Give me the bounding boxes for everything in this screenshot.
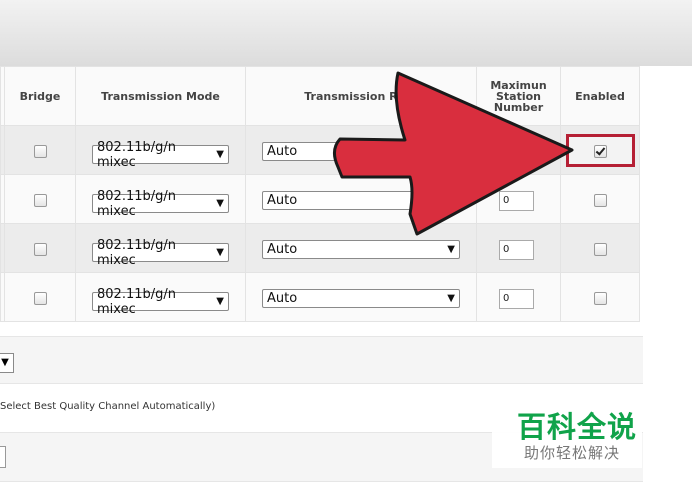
transmission-rate-select[interactable]: Auto ▼ [262, 190, 460, 210]
header-max-station-line: Maximun [490, 78, 547, 92]
transmission-mode-select[interactable]: 802.11b/g/n mixec ▼ [92, 140, 229, 170]
mode-cell: 802.11b/g/n mixec ▼ [75, 125, 246, 175]
max-station-input[interactable]: 0 [499, 190, 534, 211]
watermark: 百科全说 助你轻松解决 [492, 386, 642, 468]
mode-cell: 802.11b/g/n mixec ▼ [75, 272, 246, 322]
transmission-rate-value: Auto [267, 143, 298, 159]
enabled-checkbox[interactable] [593, 242, 607, 256]
header-enabled: Enabled [560, 66, 640, 126]
max-station-input[interactable]: 0 [499, 239, 534, 260]
max-station-input[interactable]: 0 [499, 288, 534, 309]
dropdown-arrow-icon: ▼ [447, 194, 455, 206]
header-max-station: Maximun Station Number [476, 66, 561, 126]
transmission-rate-value: Auto [267, 241, 298, 257]
max-station-cell [476, 125, 561, 175]
bridge-checkbox[interactable] [33, 291, 47, 305]
enabled-cell [560, 223, 640, 273]
bridge-checkbox[interactable] [33, 193, 47, 207]
watermark-subtitle: 助你轻松解决 [524, 444, 621, 462]
rate-cell: Auto ▼ [245, 174, 477, 224]
ssid-table: Bridge Transmission Mode Transmission Ra… [0, 66, 640, 322]
max-station-cell: 0 [476, 272, 561, 322]
transmission-rate-select[interactable]: Auto ▼ [262, 288, 460, 308]
table-row: 802.11b/g/n mixec ▼ Auto ▼ 0 [0, 174, 640, 224]
dropdown-arrow-icon: ▼ [1, 357, 9, 368]
settings-row-select: ▼ [0, 336, 643, 383]
header-bridge: Bridge [4, 66, 76, 126]
enabled-checkbox[interactable] [593, 144, 607, 158]
transmission-mode-value: 802.11b/g/n mixec [97, 188, 176, 219]
rate-cell: Auto ▼ [245, 125, 477, 175]
enabled-cell [560, 174, 640, 224]
transmission-rate-select[interactable]: Auto ▼ [262, 141, 460, 161]
mode-cell: 802.11b/g/n mixec ▼ [75, 174, 246, 224]
partial-select[interactable]: ▼ [0, 353, 14, 373]
header-max-station-line: Number [493, 100, 544, 114]
bridge-cell [4, 125, 76, 175]
rate-cell: Auto ▼ [245, 272, 477, 322]
transmission-rate-value: Auto [267, 192, 298, 208]
bridge-cell [4, 223, 76, 273]
enabled-checkbox[interactable] [593, 193, 607, 207]
dropdown-arrow-icon: ▼ [447, 292, 455, 304]
transmission-mode-select[interactable]: 802.11b/g/n mixec ▼ [92, 238, 229, 268]
max-station-cell: 0 [476, 174, 561, 224]
header-transmission-rate: Transmission Rate [245, 66, 477, 126]
partial-input[interactable] [0, 446, 6, 468]
bridge-cell [4, 174, 76, 224]
rate-cell: Auto ▼ [245, 223, 477, 273]
watermark-title: 百科全说 [517, 410, 638, 444]
transmission-mode-value: 802.11b/g/n mixec [97, 237, 176, 268]
enabled-highlight-box [565, 133, 635, 167]
bridge-checkbox[interactable] [33, 242, 47, 256]
dropdown-arrow-icon: ▼ [216, 198, 224, 210]
transmission-mode-value: 802.11b/g/n mixec [97, 139, 176, 170]
dropdown-arrow-icon: ▼ [216, 247, 224, 259]
channel-hint-text: Select Best Quality Channel Automaticall… [0, 401, 216, 412]
transmission-mode-select[interactable]: 802.11b/g/n mixec ▼ [92, 189, 229, 219]
top-background-band [0, 0, 692, 66]
dropdown-arrow-icon: ▼ [447, 145, 455, 157]
enabled-checkbox[interactable] [593, 291, 607, 305]
header-transmission-mode: Transmission Mode [75, 66, 246, 126]
table-row: 802.11b/g/n mixec ▼ Auto ▼ 0 [0, 272, 640, 322]
enabled-cell [560, 272, 640, 322]
table-row: 802.11b/g/n mixec ▼ Auto ▼ [0, 125, 640, 175]
dropdown-arrow-icon: ▼ [216, 149, 224, 161]
transmission-mode-select[interactable]: 802.11b/g/n mixec ▼ [92, 287, 229, 317]
mode-cell: 802.11b/g/n mixec ▼ [75, 223, 246, 273]
enabled-cell [560, 125, 640, 175]
table-header-row: Bridge Transmission Mode Transmission Ra… [0, 66, 640, 126]
max-station-cell: 0 [476, 223, 561, 273]
transmission-rate-value: Auto [267, 290, 298, 306]
dropdown-arrow-icon: ▼ [447, 243, 455, 255]
table-row: 802.11b/g/n mixec ▼ Auto ▼ 0 [0, 223, 640, 273]
header-max-station-line: Station [495, 89, 542, 103]
transmission-mode-value: 802.11b/g/n mixec [97, 286, 176, 317]
dropdown-arrow-icon: ▼ [216, 296, 224, 308]
settings-row-bottom [0, 481, 643, 496]
bridge-checkbox[interactable] [33, 144, 47, 158]
transmission-rate-select[interactable]: Auto ▼ [262, 239, 460, 259]
bridge-cell [4, 272, 76, 322]
